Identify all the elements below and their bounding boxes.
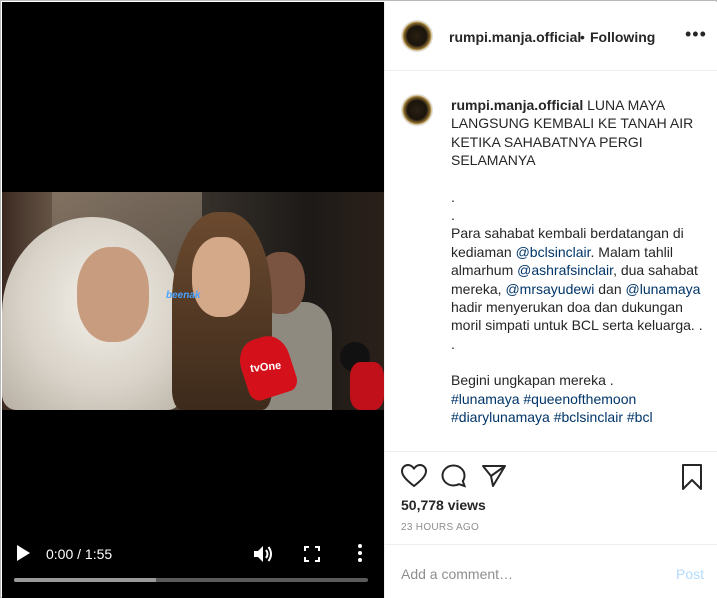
caption: rumpi.manja.official LUNA MAYA LANGSUNG … (385, 72, 717, 450)
heart-icon[interactable] (401, 464, 427, 488)
video-time: 0:00 / 1:55 (46, 546, 113, 562)
share-icon[interactable] (481, 464, 507, 488)
fullscreen-icon[interactable] (304, 546, 320, 562)
play-icon[interactable] (16, 545, 30, 561)
hashtags: #lunamaya #queenofthemoon #diarylunamaya… (451, 390, 703, 427)
post-panel: rumpi.manja.official • Following ••• rum… (384, 2, 717, 598)
comment-icon[interactable] (441, 464, 467, 488)
post-actions: 50,778 views 23 HOURS AGO Add a comment…… (385, 451, 717, 596)
mention-link[interactable]: @bclsinclair (516, 244, 591, 260)
caption-avatar[interactable] (401, 94, 433, 126)
post-header: rumpi.manja.official • Following ••• (385, 2, 717, 71)
video-player[interactable]: tvOne beenak 0:00 / 1:55 (2, 2, 384, 598)
hashtag-link[interactable]: #lunamaya (451, 391, 520, 407)
post-comment-button[interactable]: Post (676, 566, 704, 582)
video-progress-bar[interactable] (14, 578, 368, 582)
caption-text: rumpi.manja.official LUNA MAYA LANGSUNG … (451, 97, 703, 427)
bookmark-icon[interactable] (681, 464, 703, 490)
post-modal: tvOne beenak 0:00 / 1:55 rumpi.manja.off… (0, 0, 717, 598)
more-horizontal-icon[interactable]: ••• (685, 24, 707, 45)
post-timestamp[interactable]: 23 HOURS AGO (401, 522, 479, 533)
video-frame[interactable]: tvOne beenak (2, 192, 384, 410)
separator-dot: • (580, 29, 585, 45)
video-buffered (14, 578, 156, 582)
add-comment-section: Add a comment… Post (385, 544, 717, 597)
video-options-icon[interactable] (354, 544, 366, 562)
caption-paragraph: Para sahabat kembali berdatangan di kedi… (451, 225, 703, 334)
mention-link[interactable]: @ashrafsinclair (517, 262, 613, 278)
avatar[interactable] (401, 20, 433, 52)
mention-link[interactable]: @mrsayudewi (505, 281, 594, 297)
header-username[interactable]: rumpi.manja.official (449, 29, 581, 45)
hashtag-link[interactable]: #diarylunamaya (451, 409, 550, 425)
view-count[interactable]: 50,778 views (401, 497, 486, 513)
video-controls: 0:00 / 1:55 (2, 532, 384, 598)
hashtag-link[interactable]: #bcl (627, 409, 653, 425)
mention-link[interactable]: @lunamaya (626, 281, 701, 297)
caption-username[interactable]: rumpi.manja.official (451, 97, 583, 113)
hashtag-link[interactable]: #bclsinclair (554, 409, 623, 425)
comment-input[interactable]: Add a comment… (401, 566, 513, 582)
hashtag-link[interactable]: #queenofthemoon (523, 391, 636, 407)
video-watermark: beenak (166, 290, 201, 301)
following-button[interactable]: Following (590, 29, 655, 45)
volume-icon[interactable] (254, 545, 274, 563)
